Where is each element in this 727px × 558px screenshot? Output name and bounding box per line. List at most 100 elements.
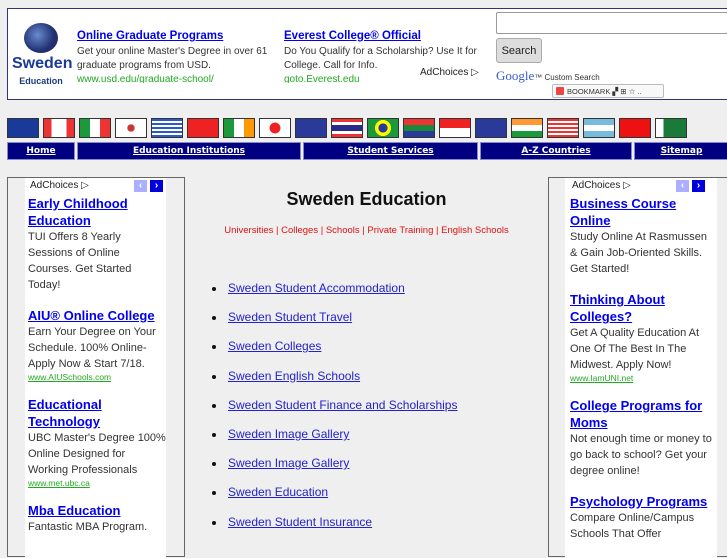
next-arrow-icon[interactable]: › [150,180,163,192]
nav-a-z-countries[interactable]: A-Z Countries [480,142,632,160]
text-ad: Mba Education Fantastic MBA Program. [28,502,166,535]
ad-title-link[interactable]: College Programs for Moms [570,397,717,431]
prev-arrow-icon[interactable]: ‹ [134,180,147,192]
content-link[interactable]: Sweden Education [226,485,328,499]
flag-hong-kong-icon[interactable] [619,118,651,138]
list-item: Sweden Student Finance and Scholarships [226,398,457,427]
logo-subtitle: Education [19,76,63,86]
flag-canada-icon[interactable] [43,118,75,138]
top-ad-1-link[interactable]: Online Graduate Programs [77,29,272,43]
content-link[interactable]: Sweden Student Finance and Scholarships [226,398,457,412]
flag-argentina-icon[interactable] [583,118,615,138]
text-ad: Psychology Programs Compare Online/Campus… [570,493,717,542]
page-title: Sweden Education [286,189,447,209]
flag-italy-icon[interactable] [79,118,111,138]
link-list: Sweden Student Accommodation Sweden Stude… [206,281,457,544]
header-banner: Sweden Education Online Graduate Program… [7,8,727,100]
bookmark-label: BOOKMARK [567,87,611,96]
list-item: Sweden Image Gallery [226,427,457,456]
list-item: Sweden Student Travel [226,310,457,339]
logo-title: Sweden [12,55,73,72]
site-logo[interactable]: Sweden Education [12,23,73,86]
ad-description: Not enough time or money to go back to s… [570,433,712,477]
ad-url-link[interactable]: www.AIUSchools.com [28,372,166,382]
main-nav: Home Education Institutions Student Serv… [7,142,727,160]
flag-brazil-icon[interactable] [367,118,399,138]
next-arrow-icon[interactable]: › [692,180,705,192]
google-logo: Google [496,68,535,83]
bookmark-button[interactable]: BOOKMARK ▞ ⊞ ☆ .. [552,84,664,98]
search-button[interactable]: Search [496,38,542,63]
text-ad: Early Childhood Education TUI Offers 8 Ye… [28,195,166,293]
ad-title-link[interactable]: Psychology Programs [570,493,717,510]
adchoices-link[interactable]: AdChoices ▷ [420,67,479,78]
ad-description: Earn Your Degree on Your Schedule. 100% … [28,326,156,370]
text-ad: College Programs for Moms Not enough time… [570,397,717,479]
ad-description: Compare Online/Campus Schools That Offer [570,512,695,540]
ad-url-link[interactable]: www.met.ubc.ca [28,478,166,488]
flag-south-africa-icon[interactable] [403,118,435,138]
top-ad-1: Online Graduate Programs Get your online… [77,29,272,83]
ad-description: UBC Master's Degree 100% Online Designed… [28,432,166,476]
main-content: Sweden Education Universities | Colleges… [186,177,547,557]
list-item: Sweden Education [226,485,457,514]
ad-title-link[interactable]: Mba Education [28,502,166,519]
ad-description: Study Online At Rasmussen & Gain Job-Ori… [570,231,707,275]
flag-china-icon[interactable] [187,118,219,138]
content-link[interactable]: Sweden Student Accommodation [226,281,405,295]
custom-search-label: ™ Custom Search [534,73,600,82]
page-subtitle: Universities | Colleges | Schools | Priv… [224,225,509,236]
flag-ireland-icon[interactable] [223,118,255,138]
ad-title-link[interactable]: Thinking About Colleges? [570,291,717,325]
content-link[interactable]: Sweden Student Insurance [226,515,372,529]
flag-australia-icon[interactable] [7,118,39,138]
country-flags [7,118,687,138]
list-item: Sweden Student Accommodation [226,281,457,310]
top-ad-2-link[interactable]: Everest College® Official [284,29,484,43]
flag-pakistan-icon[interactable] [655,118,687,138]
flag-japan-icon[interactable] [259,118,291,138]
nav-sitemap[interactable]: Sitemap [634,142,727,160]
content-link[interactable]: Sweden Image Gallery [226,456,349,470]
search-input[interactable] [496,12,727,34]
ad-url-link[interactable]: www.IamUNI.net [570,373,717,383]
nav-home[interactable]: Home [7,142,75,160]
left-ad-panel: AdChoices ▷ ‹ › Early Childhood Educatio… [25,178,166,558]
left-ad-column: AdChoices ▷ ‹ › Early Childhood Educatio… [7,177,185,558]
ad-title-link[interactable]: AIU® Online College [28,307,166,324]
google-custom-search: Google™ Custom Search [496,68,600,84]
content-link[interactable]: Sweden Image Gallery [226,427,349,441]
content-link[interactable]: Sweden Colleges [226,339,321,353]
flag-south-korea-icon[interactable] [115,118,147,138]
ad-description: TUI Offers 8 Yearly Sessions of Online C… [28,231,132,291]
list-item: Sweden Colleges [226,339,457,368]
ad-title-link[interactable]: Early Childhood Education [28,195,166,229]
nav-student-services[interactable]: Student Services [303,142,478,160]
list-item: Sweden English Schools [226,369,457,398]
text-ad: AIU® Online College Earn Your Degree on Y… [28,307,166,382]
flag-thailand-icon[interactable] [331,118,363,138]
flag-uk-icon[interactable] [475,118,507,138]
flag-greece-icon[interactable] [151,118,183,138]
text-ad: Educational Technology UBC Master's Degre… [28,396,166,488]
flag-india-icon[interactable] [511,118,543,138]
text-ad: Thinking About Colleges? Get A Quality Ed… [570,291,717,383]
list-item: Sweden Image Gallery [226,456,457,485]
ad-title-link[interactable]: Educational Technology [28,396,166,430]
nav-education-institutions[interactable]: Education Institutions [77,142,301,160]
content-link[interactable]: Sweden English Schools [226,369,360,383]
top-ad-1-url[interactable]: www.usd.edu/graduate-school/ [77,73,272,83]
list-item: Sweden Student Insurance [226,515,457,544]
ad-description: Fantastic MBA Program. [28,521,148,533]
text-ad: Business Course Online Study Online At Ra… [570,195,717,277]
right-ad-column: AdChoices ▷ ‹ › Business Course Online St… [548,177,727,558]
flag-usa-icon[interactable] [547,118,579,138]
content-link[interactable]: Sweden Student Travel [226,310,352,324]
globe-icon [24,23,58,53]
right-ad-panel: AdChoices ▷ ‹ › Business Course Online St… [565,178,717,558]
flag-singapore-icon[interactable] [439,118,471,138]
ad-title-link[interactable]: Business Course Online [570,195,717,229]
prev-arrow-icon[interactable]: ‹ [676,180,689,192]
flag-new-zealand-icon[interactable] [295,118,327,138]
ad-description: Get A Quality Education At One Of The Be… [570,327,700,371]
